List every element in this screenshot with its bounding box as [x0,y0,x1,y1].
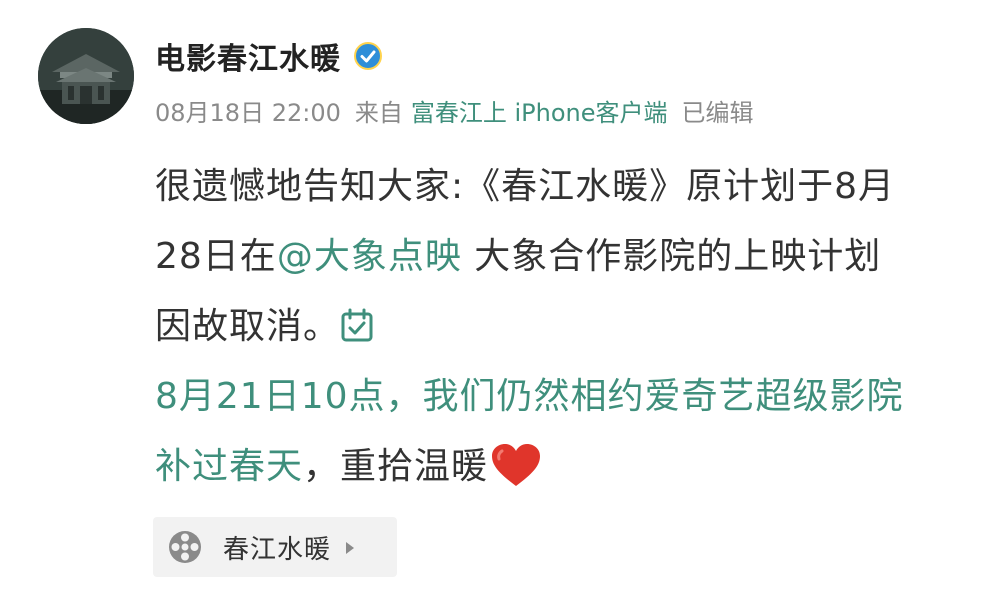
mention-link[interactable]: @大象点映 [277,236,462,277]
post-line: 8月21日10点，我们仍然相约爱奇艺超级影院 [155,362,975,432]
post-text: 28日在 [155,236,277,277]
topic-link[interactable]: 补过春天 [155,446,303,487]
post-source-link[interactable]: 富春江上 iPhone客户端 [411,99,668,127]
edited-label[interactable]: 已编辑 [682,99,754,127]
post-line: 补过春天，重拾温暖 [155,432,975,502]
from-label: 来自 [354,99,403,127]
post-line: 因故取消。 [155,292,975,362]
film-title: 春江水暖 [223,534,332,565]
red-heart-emoji [490,442,542,512]
post-meta: 08月18日 22:00 来自 富春江上 iPhone客户端 已编辑 [155,93,754,128]
calendar-check-icon [340,298,374,368]
author-name[interactable]: 电影春江水暖 [155,34,341,78]
post-body: 很遗憾地告知大家:《春江水暖》原计划于8月 28日在@大象点映 大象合作影院的上… [155,152,975,502]
post-line: 很遗憾地告知大家:《春江水暖》原计划于8月 [155,152,975,222]
avatar[interactable] [38,28,134,124]
post-line: 28日在@大象点映 大象合作影院的上映计划 [155,222,975,292]
post-text: ，重拾温暖 [303,446,489,487]
post-text: 很遗憾地告知大家:《春江水暖》原计划于8月 [155,166,896,207]
verified-badge-icon [353,41,383,71]
post-text: 因故取消。 [155,306,341,347]
building-avatar [38,28,134,124]
post-time: 08月18日 22:00 [155,99,341,127]
film-reel-icon [167,529,203,565]
triangle-right-icon [345,540,355,554]
post-text: 8月21日10点，我们仍然相约爱奇艺超级影院 [155,376,904,417]
post-text: 大象合作影院的上映计划 [461,236,882,277]
film-link-card[interactable]: 春江水暖 [153,517,397,577]
author-header: 电影春江水暖 [155,34,383,78]
